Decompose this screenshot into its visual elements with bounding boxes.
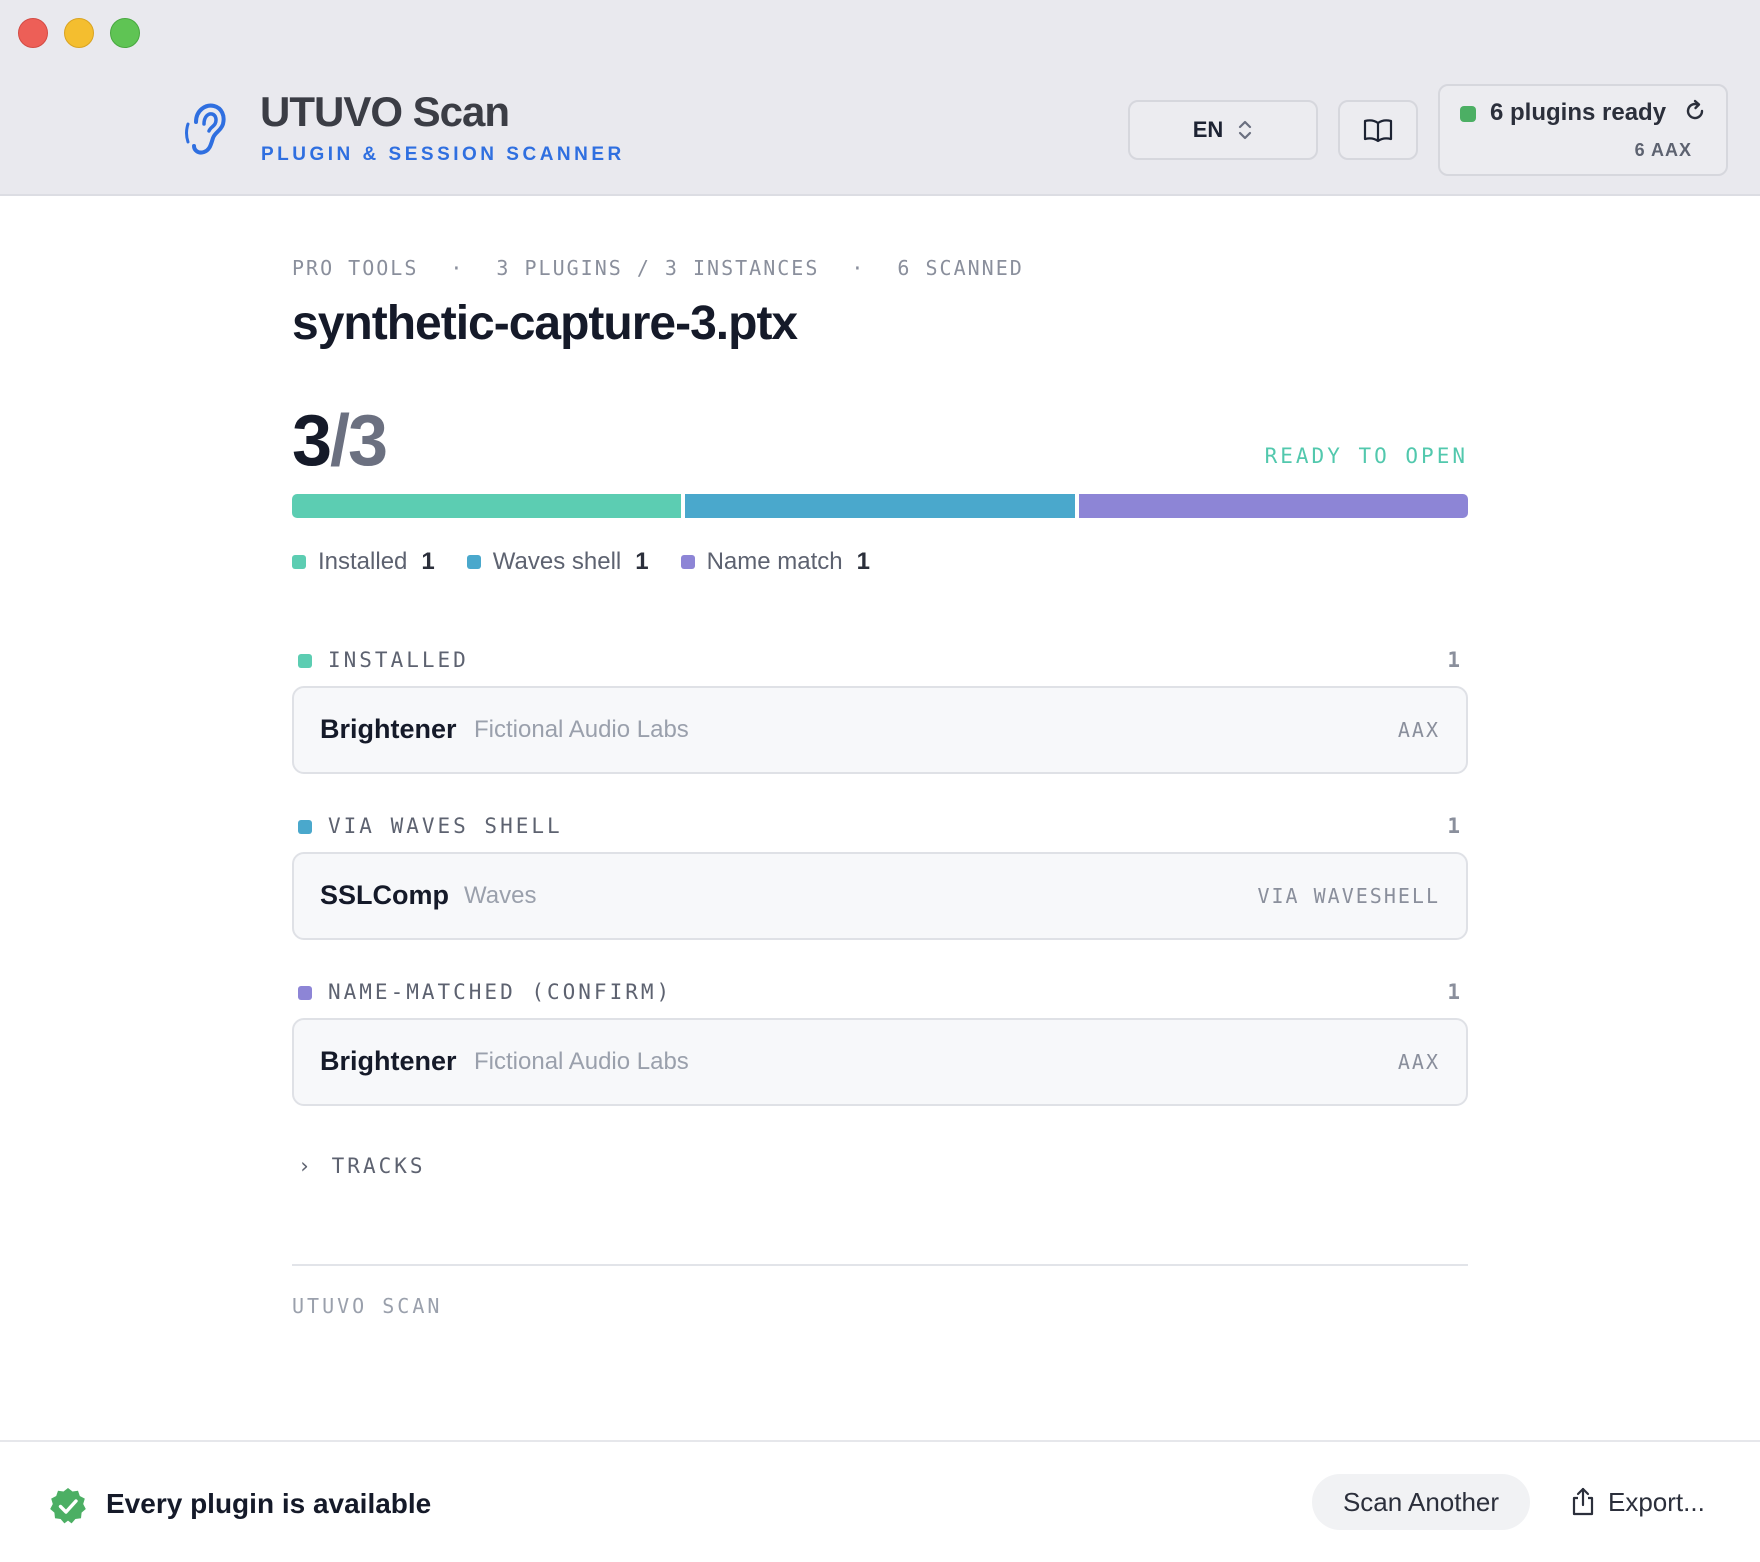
check-badge-icon bbox=[50, 1488, 86, 1524]
legend-label: Name match bbox=[706, 548, 843, 575]
export-label: Export... bbox=[1608, 1486, 1705, 1517]
legend-swatch bbox=[292, 555, 306, 569]
section-count: 1 bbox=[1447, 980, 1460, 1004]
legend-item-waves-shell: Waves shell 1 bbox=[466, 548, 649, 576]
section-label: NAME-MATCHED (CONFIRM) bbox=[328, 980, 673, 1004]
plugin-vendor: Fictional Audio Labs bbox=[474, 1048, 689, 1075]
status-indicator bbox=[1460, 106, 1476, 122]
plugin-vendor: Waves bbox=[464, 882, 537, 909]
meta-daw: PRO TOOLS bbox=[292, 256, 419, 280]
legend-label: Installed bbox=[318, 548, 408, 575]
meta-plugins: 3 PLUGINS / 3 INSTANCES bbox=[496, 256, 820, 280]
plugin-card[interactable]: Brightener Fictional Audio Labs AAX bbox=[292, 1018, 1468, 1106]
meta-separator: · bbox=[450, 256, 465, 280]
legend-label: Waves shell bbox=[492, 548, 622, 575]
bar-segment-name-match bbox=[1078, 494, 1468, 518]
plugin-format: VIA WAVESHELL bbox=[1257, 884, 1440, 908]
app-title: UTUVO Scan bbox=[260, 88, 510, 135]
share-icon bbox=[1572, 1487, 1594, 1516]
score-found: 3 bbox=[292, 401, 332, 481]
status-label: 6 plugins ready bbox=[1490, 99, 1667, 126]
tracks-disclosure[interactable]: › TRACKS bbox=[298, 1154, 426, 1178]
availability-score: 3/3 bbox=[292, 400, 388, 482]
language-value: EN bbox=[1192, 117, 1224, 142]
tracks-label: TRACKS bbox=[331, 1154, 426, 1178]
plugin-vendor: Fictional Audio Labs bbox=[474, 716, 689, 743]
legend-item-name-match: Name match 1 bbox=[680, 548, 870, 576]
refresh-icon[interactable] bbox=[1682, 98, 1708, 124]
section-swatch bbox=[298, 820, 312, 834]
score-total: /3 bbox=[330, 401, 388, 481]
legend-count: 1 bbox=[421, 548, 435, 575]
legend-count: 1 bbox=[635, 548, 649, 575]
section-count: 1 bbox=[1447, 814, 1460, 838]
footer-brand: UTUVO SCAN bbox=[292, 1294, 443, 1318]
section-swatch bbox=[298, 654, 312, 668]
bottom-bar: Every plugin is available Scan Another E… bbox=[0, 1440, 1760, 1562]
plugin-card[interactable]: SSLComp Waves VIA WAVESHELL bbox=[292, 852, 1468, 940]
app-subtitle: PLUGIN & SESSION SCANNER bbox=[261, 144, 625, 165]
ear-icon bbox=[185, 103, 226, 155]
chevron-right-icon: › bbox=[298, 1154, 314, 1178]
session-meta: PRO TOOLS · 3 PLUGINS / 3 INSTANCES · 6 … bbox=[292, 256, 1024, 280]
export-button[interactable]: Export... bbox=[1570, 1474, 1705, 1530]
availability-bar bbox=[292, 494, 1468, 518]
bar-segment-waves-shell bbox=[685, 494, 1075, 518]
result-message: Every plugin is available bbox=[106, 1488, 432, 1519]
legend-swatch bbox=[680, 555, 695, 569]
plugin-format: AAX bbox=[1397, 1050, 1440, 1074]
section-label: VIA WAVES SHELL bbox=[328, 814, 563, 838]
bar-segment-installed bbox=[292, 494, 682, 518]
plugin-status-panel: 6 plugins ready 6 AAX bbox=[1438, 84, 1728, 176]
ready-status: READY TO OPEN bbox=[1264, 444, 1468, 468]
session-file-name: synthetic-capture-3.ptx bbox=[292, 297, 798, 350]
section-name-matched-header: NAME-MATCHED (CONFIRM) 1 bbox=[292, 980, 1468, 1010]
chevron-up-down-icon bbox=[1239, 120, 1252, 140]
legend: Installed 1 Waves shell 1 Name match 1 bbox=[292, 548, 870, 576]
divider bbox=[292, 1264, 1468, 1266]
plugin-name: Brightener bbox=[320, 714, 457, 744]
scan-another-button[interactable]: Scan Another bbox=[1312, 1474, 1530, 1530]
book-icon bbox=[1363, 119, 1393, 143]
app-window: UTUVO Scan PLUGIN & SESSION SCANNER EN 6… bbox=[0, 0, 1760, 1562]
plugin-name: Brightener bbox=[320, 1046, 457, 1076]
plugin-format: AAX bbox=[1397, 718, 1440, 742]
legend-count: 1 bbox=[856, 548, 870, 575]
plugin-card[interactable]: Brightener Fictional Audio Labs AAX bbox=[292, 686, 1468, 774]
meta-separator: · bbox=[851, 256, 866, 280]
header: UTUVO Scan PLUGIN & SESSION SCANNER EN 6… bbox=[0, 0, 1760, 196]
section-swatch bbox=[298, 986, 312, 1000]
section-label: INSTALLED bbox=[328, 648, 469, 672]
plugin-name: SSLComp bbox=[320, 880, 450, 910]
docs-button[interactable] bbox=[1338, 100, 1418, 160]
legend-swatch bbox=[466, 555, 481, 569]
legend-item-installed: Installed 1 bbox=[292, 548, 435, 576]
section-count: 1 bbox=[1447, 648, 1460, 672]
language-selector[interactable]: EN bbox=[1128, 100, 1318, 160]
close-window-button[interactable] bbox=[18, 18, 48, 48]
section-installed-header: INSTALLED 1 bbox=[292, 648, 1468, 678]
meta-scanned: 6 SCANNED bbox=[897, 256, 1024, 280]
status-format-count: 6 AAX bbox=[1634, 140, 1692, 160]
section-waves-shell-header: VIA WAVES SHELL 1 bbox=[292, 814, 1468, 844]
minimize-window-button[interactable] bbox=[64, 18, 94, 48]
zoom-window-button[interactable] bbox=[110, 18, 140, 48]
